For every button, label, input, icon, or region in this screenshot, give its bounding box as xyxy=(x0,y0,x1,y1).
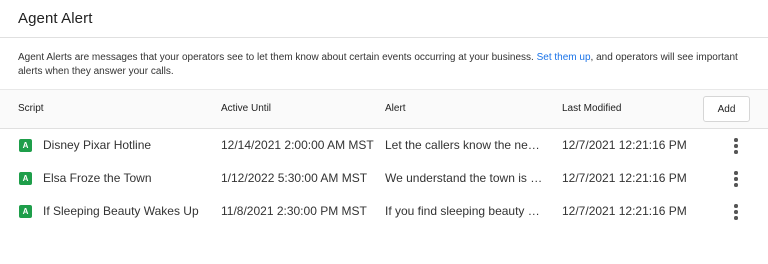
column-header-active-until[interactable]: Active Until xyxy=(221,90,271,128)
page-description: Agent Alerts are messages that your oper… xyxy=(18,51,738,79)
alert-badge-icon: A xyxy=(19,172,32,185)
table-header: Script Active Until Alert Last Modified … xyxy=(0,89,768,129)
page-header: Agent Alert xyxy=(0,0,768,38)
alert-badge-icon: A xyxy=(19,139,32,152)
active-until-cell: 11/8/2021 2:30:00 PM MST xyxy=(221,204,367,218)
column-header-last-modified[interactable]: Last Modified xyxy=(562,90,621,128)
table-row[interactable]: A Elsa Froze the Town 1/12/2022 5:30:00 … xyxy=(0,162,768,195)
set-them-up-link[interactable]: Set them up xyxy=(537,52,591,63)
column-header-script[interactable]: Script xyxy=(18,90,44,128)
script-cell[interactable]: Elsa Froze the Town xyxy=(43,162,152,195)
more-vert-icon[interactable] xyxy=(730,137,742,155)
more-vert-icon[interactable] xyxy=(730,203,742,221)
column-header-alert[interactable]: Alert xyxy=(385,90,406,128)
last-modified-cell: 12/7/2021 12:21:16 PM xyxy=(562,171,687,185)
script-cell[interactable]: If Sleeping Beauty Wakes Up xyxy=(43,195,199,228)
table-row[interactable]: A Disney Pixar Hotline 12/14/2021 2:00:0… xyxy=(0,129,768,162)
table-row[interactable]: A If Sleeping Beauty Wakes Up 11/8/2021 … xyxy=(0,195,768,228)
alert-cell: Let the callers know the new ... xyxy=(385,138,545,152)
alert-cell: If you find sleeping beauty aw... xyxy=(385,204,545,218)
description-text: Agent Alerts are messages that your oper… xyxy=(18,52,537,63)
script-cell[interactable]: Disney Pixar Hotline xyxy=(43,129,151,162)
last-modified-cell: 12/7/2021 12:21:16 PM xyxy=(562,204,687,218)
active-until-cell: 1/12/2022 5:30:00 AM MST xyxy=(221,171,368,185)
last-modified-cell: 12/7/2021 12:21:16 PM xyxy=(562,138,687,152)
alert-cell: We understand the town is Fr... xyxy=(385,171,545,185)
add-button[interactable]: Add xyxy=(703,96,750,122)
page-title: Agent Alert xyxy=(18,10,93,27)
alert-badge-icon: A xyxy=(19,205,32,218)
active-until-cell: 12/14/2021 2:00:00 AM MST xyxy=(221,138,374,152)
more-vert-icon[interactable] xyxy=(730,170,742,188)
